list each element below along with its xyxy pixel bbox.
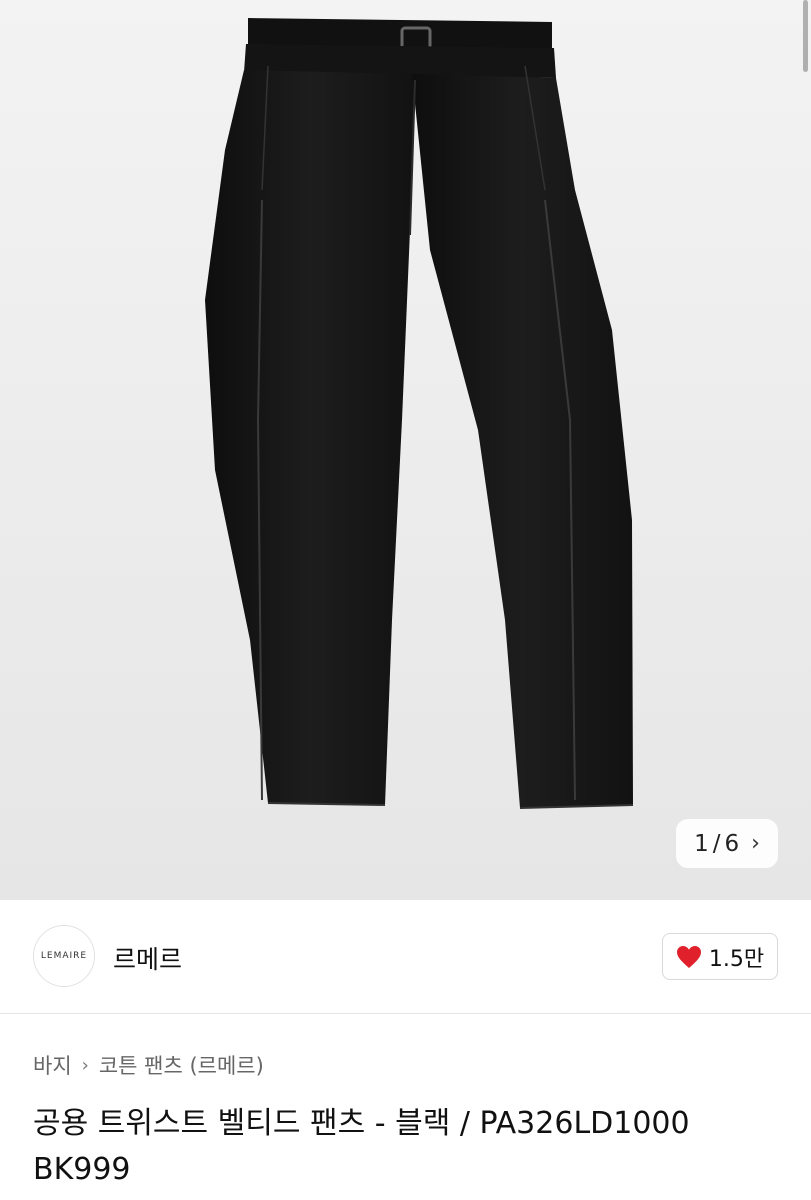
brand-logo-text: LEMAIRE xyxy=(40,951,88,961)
breadcrumb-category[interactable]: 바지 xyxy=(33,1050,72,1080)
chevron-right-icon: › xyxy=(81,1054,89,1076)
counter-separator: / xyxy=(712,830,721,857)
counter-current: 1 xyxy=(694,830,709,857)
breadcrumb: 바지 › 코튼 팬츠 (르메르) xyxy=(33,1050,264,1080)
scrollbar[interactable] xyxy=(803,0,808,72)
like-button[interactable]: 1.5만 xyxy=(662,933,778,980)
product-photo xyxy=(205,18,634,809)
like-count: 1.5만 xyxy=(708,946,765,972)
counter-total: 6 xyxy=(724,830,740,857)
product-title: 공용 트위스트 벨티드 팬츠 - 블랙 / PA326LD1000 BK999 xyxy=(33,1106,690,1187)
breadcrumb-subcategory[interactable]: 코튼 팬츠 (르메르) xyxy=(99,1050,264,1080)
product-image-carousel[interactable]: 1 / 6 › xyxy=(0,0,811,900)
brand-name[interactable]: 르메르 xyxy=(113,940,182,976)
chevron-right-icon: › xyxy=(751,831,760,856)
heart-icon xyxy=(676,945,701,968)
image-counter[interactable]: 1 / 6 › xyxy=(676,819,778,868)
brand-logo[interactable]: LEMAIRE xyxy=(33,925,95,987)
